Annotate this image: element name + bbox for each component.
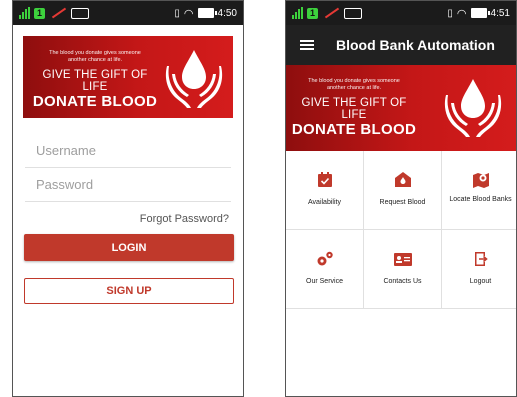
banner-tagline-2: another chance at life.	[67, 57, 123, 63]
donate-blood-banner: The blood you donate gives someone anoth…	[286, 65, 516, 151]
login-screen: 1 ▯ ◠ 4:50 The blood you donate gives so…	[12, 0, 244, 397]
sim-badge: 1	[307, 7, 319, 19]
no-signal-icon	[322, 7, 340, 19]
menu-tile-availability[interactable]: Availability	[286, 151, 364, 230]
sim-badge: 1	[34, 7, 46, 19]
signal-icon	[292, 7, 303, 19]
banner-donate-line: DONATE BLOOD	[32, 93, 158, 110]
forgot-password-row: Forgot Password?	[25, 202, 231, 236]
battery-icon	[470, 8, 490, 18]
menu-label: Logout	[469, 278, 492, 285]
menu-label: Contacts Us	[383, 278, 422, 285]
signal-icon	[19, 7, 30, 19]
forgot-password-link[interactable]: Forgot Password?	[140, 213, 229, 225]
banner-donate-line: DONATE BLOOD	[291, 121, 417, 138]
hands-blood-drop-icon	[444, 79, 502, 137]
map-pin-icon	[472, 169, 490, 191]
vibrate-icon: ▯	[174, 7, 180, 19]
wifi-icon: ◠	[456, 7, 467, 20]
envelope-icon	[394, 169, 412, 191]
banner-tagline-1: The blood you donate gives someone	[308, 78, 400, 84]
app-title: Blood Bank Automation	[336, 37, 495, 53]
banner-give-line: GIVE THE GIFT OF LIFE	[301, 97, 407, 121]
password-input[interactable]	[36, 177, 231, 192]
menu-label: Locate Blood Banks	[449, 196, 512, 203]
dashboard-screen: 1 ▯ ◠ 4:51 Blood Bank Automation The blo…	[285, 0, 517, 397]
password-field[interactable]	[25, 168, 231, 202]
menu-tile-our-service[interactable]: Our Service	[286, 230, 364, 309]
menu-icon[interactable]	[300, 40, 314, 50]
contact-card-icon	[393, 248, 413, 270]
menu-tile-request-blood[interactable]: Request Blood	[364, 151, 442, 230]
donate-blood-banner: The blood you donate gives someone anoth…	[23, 36, 233, 118]
login-button[interactable]: LOGIN	[24, 234, 234, 261]
logout-icon	[472, 248, 490, 270]
battery-icon	[197, 8, 217, 18]
menu-tile-locate-blood-banks[interactable]: Locate Blood Banks	[442, 151, 516, 230]
banner-give-line: GIVE THE GIFT OF LIFE	[42, 69, 148, 93]
status-bar: 1 ▯ ◠ 4:51	[286, 1, 516, 25]
username-input[interactable]	[36, 143, 231, 158]
menu-label: Our Service	[306, 278, 343, 285]
battery-outline-icon	[344, 7, 363, 19]
username-field[interactable]	[25, 134, 231, 168]
gears-icon	[315, 248, 335, 270]
menu-tile-contacts-us[interactable]: Contacts Us	[364, 230, 442, 309]
wifi-icon: ◠	[183, 7, 194, 20]
status-bar: 1 ▯ ◠ 4:50	[13, 1, 243, 25]
vibrate-icon: ▯	[447, 7, 453, 19]
menu-tile-logout[interactable]: Logout	[442, 230, 516, 309]
menu-label: Availability	[308, 199, 341, 206]
banner-tagline-1: The blood you donate gives someone	[49, 50, 141, 56]
battery-outline-icon	[71, 7, 90, 19]
app-bar: Blood Bank Automation	[286, 25, 516, 65]
no-signal-icon	[49, 7, 67, 19]
calendar-check-icon	[316, 169, 334, 191]
signup-button[interactable]: SIGN UP	[24, 278, 234, 304]
menu-label: Request Blood	[379, 199, 426, 206]
menu-grid: Availability Request Blood Locate Blood …	[286, 151, 516, 309]
status-time: 4:51	[490, 7, 510, 19]
banner-tagline-2: another chance at life.	[326, 85, 382, 91]
status-time: 4:50	[217, 7, 237, 19]
hands-blood-drop-icon	[165, 50, 223, 108]
